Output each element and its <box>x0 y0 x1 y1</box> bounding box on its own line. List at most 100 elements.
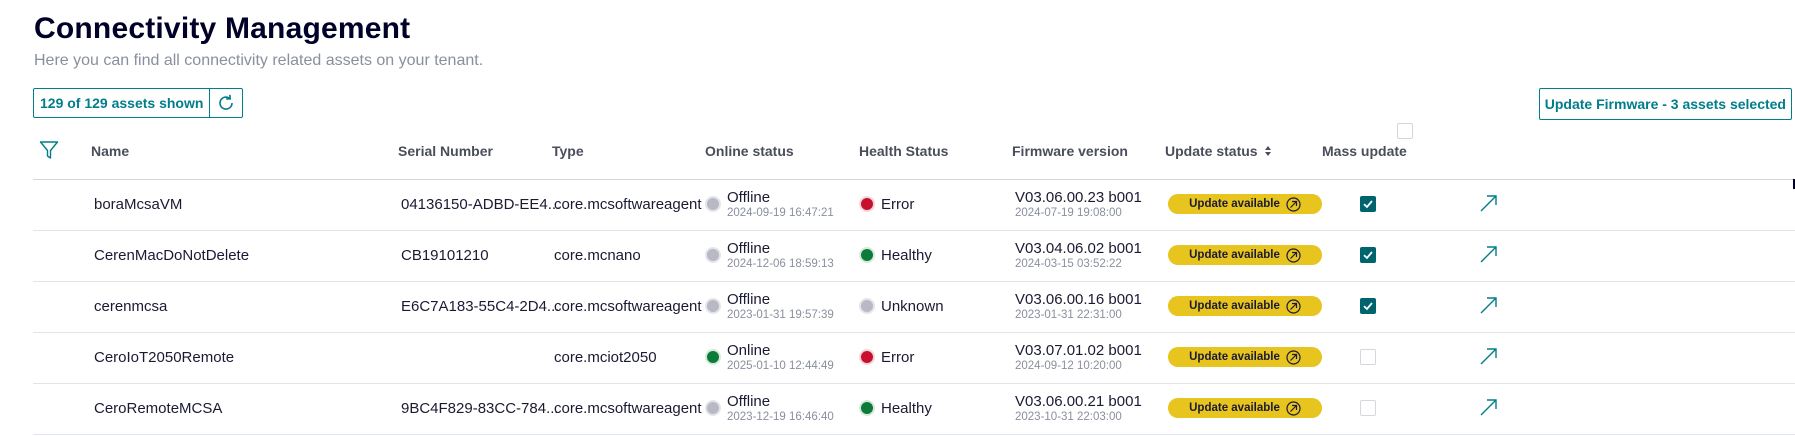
update-available-badge[interactable]: Update available <box>1168 398 1322 418</box>
mass-update-checkbox[interactable] <box>1360 298 1376 314</box>
health-status-label: Healthy <box>881 247 932 264</box>
open-asset-arrow-icon[interactable] <box>1479 295 1499 315</box>
online-status-icon <box>705 298 721 314</box>
open-asset-arrow-icon[interactable] <box>1479 346 1499 366</box>
arrow-up-right-circle-icon <box>1286 400 1301 416</box>
sort-icon[interactable] <box>1264 145 1272 157</box>
asset-serial: 9BC4F829-83CC-784... <box>401 400 559 417</box>
update-available-label: Update available <box>1189 198 1280 210</box>
health-status-icon <box>859 349 875 365</box>
online-status-label: Offline <box>727 189 771 206</box>
mass-update-checkbox[interactable] <box>1360 247 1376 263</box>
firmware-version-label: V03.07.01.02 b001 <box>1015 342 1142 359</box>
update-firmware-button[interactable]: Update Firmware - 3 assets selected <box>1538 88 1792 120</box>
column-header-serial[interactable]: Serial Number <box>398 143 493 159</box>
table-row: CeroRemoteMCSA 9BC4F829-83CC-784... core… <box>33 384 1795 435</box>
table-row: boraMcsaVM 04136150-ADBD-EE4... core.mcs… <box>33 180 1795 231</box>
asset-type: core.mciot2050 <box>554 349 657 366</box>
health-status-label: Healthy <box>881 400 932 417</box>
column-header-mass-update: Mass update <box>1322 143 1407 159</box>
check-icon <box>1363 200 1373 209</box>
online-status-icon <box>705 196 721 212</box>
health-status-label: Unknown <box>881 298 944 315</box>
firmware-version: V03.06.00.16 b001 2023-01-31 22:31:00 <box>1015 291 1142 323</box>
column-header-online-status[interactable]: Online status <box>705 143 794 159</box>
asset-name[interactable]: CeroRemoteMCSA <box>94 400 222 417</box>
firmware-version-date: 2024-07-19 19:08:00 <box>1015 207 1122 219</box>
firmware-version-date: 2024-03-15 03:52:22 <box>1015 258 1122 270</box>
asset-type: core.mcsoftwareagent <box>554 196 702 213</box>
select-all-checkbox[interactable] <box>1397 123 1413 139</box>
asset-type: core.mcnano <box>554 247 641 264</box>
table-row: cerenmcsa E6C7A183-55C4-2D4... core.mcso… <box>33 282 1795 333</box>
table-row: CerenMacDoNotDelete CB19101210 core.mcna… <box>33 231 1795 282</box>
column-header-name[interactable]: Name <box>91 143 129 159</box>
firmware-version-label: V03.06.00.16 b001 <box>1015 291 1142 308</box>
update-available-badge[interactable]: Update available <box>1168 347 1322 367</box>
update-available-label: Update available <box>1189 300 1280 312</box>
filter-icon[interactable] <box>39 140 59 160</box>
asset-serial: CB19101210 <box>401 247 489 264</box>
health-status-icon <box>859 196 875 212</box>
online-status-label: Offline <box>727 291 771 308</box>
online-status-icon <box>705 400 721 416</box>
online-status-label: Online <box>727 342 771 359</box>
arrow-up-right-circle-icon <box>1286 196 1301 212</box>
assets-count-label: 129 of 129 assets shown <box>34 89 211 117</box>
online-status: Offline 2024-12-06 18:59:13 <box>727 240 834 272</box>
check-icon <box>1363 251 1373 260</box>
column-header-type[interactable]: Type <box>552 143 584 159</box>
arrow-up-right-circle-icon <box>1286 298 1301 314</box>
open-asset-arrow-icon[interactable] <box>1479 397 1499 417</box>
asset-name[interactable]: CerenMacDoNotDelete <box>94 247 249 264</box>
online-status-icon <box>705 349 721 365</box>
online-status-icon <box>705 247 721 263</box>
mass-update-checkbox[interactable] <box>1360 349 1376 365</box>
asset-type: core.mcsoftwareagent <box>554 400 702 417</box>
online-status: Offline 2024-09-19 16:47:21 <box>727 189 834 221</box>
update-available-badge[interactable]: Update available <box>1168 194 1322 214</box>
health-status-icon <box>859 400 875 416</box>
check-icon <box>1363 302 1373 311</box>
online-status-label: Offline <box>727 393 771 410</box>
online-status-time: 2023-12-19 16:46:40 <box>727 411 834 423</box>
refresh-icon <box>219 94 234 110</box>
update-available-badge[interactable]: Update available <box>1168 245 1322 265</box>
online-status-label: Offline <box>727 240 771 257</box>
health-status-icon <box>859 298 875 314</box>
page-subtitle: Here you can find all connectivity relat… <box>34 52 484 69</box>
update-available-label: Update available <box>1189 351 1280 363</box>
firmware-version: V03.06.00.23 b001 2024-07-19 19:08:00 <box>1015 189 1142 221</box>
column-header-firmware[interactable]: Firmware version <box>1012 143 1128 159</box>
update-available-badge[interactable]: Update available <box>1168 296 1322 316</box>
firmware-version-label: V03.04.06.02 b001 <box>1015 240 1142 257</box>
update-available-label: Update available <box>1189 249 1280 261</box>
update-available-label: Update available <box>1189 402 1280 414</box>
firmware-version-label: V03.06.00.23 b001 <box>1015 189 1142 206</box>
firmware-version-label: V03.06.00.21 b001 <box>1015 393 1142 410</box>
column-header-update-status[interactable]: Update status <box>1165 143 1272 159</box>
health-status-icon <box>859 247 875 263</box>
table-header: Name Serial Number Type Online status He… <box>33 123 1795 180</box>
online-status: Offline 2023-12-19 16:46:40 <box>727 393 834 425</box>
mass-update-checkbox[interactable] <box>1360 196 1376 212</box>
firmware-version: V03.07.01.02 b001 2024-09-12 10:20:00 <box>1015 342 1142 374</box>
table-body: boraMcsaVM 04136150-ADBD-EE4... core.mcs… <box>33 180 1795 435</box>
asset-name[interactable]: CeroIoT2050Remote <box>94 349 234 366</box>
open-asset-arrow-icon[interactable] <box>1479 193 1499 213</box>
asset-type: core.mcsoftwareagent <box>554 298 702 315</box>
refresh-button[interactable] <box>210 89 242 117</box>
online-status-time: 2025-01-10 12:44:49 <box>727 360 834 372</box>
mass-update-checkbox[interactable] <box>1360 400 1376 416</box>
assets-count-group: 129 of 129 assets shown <box>33 88 244 118</box>
page-title: Connectivity Management <box>34 12 411 45</box>
health-status-label: Error <box>881 196 915 213</box>
asset-name[interactable]: boraMcsaVM <box>94 196 182 213</box>
column-header-health-status[interactable]: Health Status <box>859 143 948 159</box>
asset-name[interactable]: cerenmcsa <box>94 298 167 315</box>
arrow-up-right-circle-icon <box>1286 247 1301 263</box>
arrow-up-right-circle-icon <box>1286 349 1301 365</box>
online-status-time: 2024-12-06 18:59:13 <box>727 258 834 270</box>
open-asset-arrow-icon[interactable] <box>1479 244 1499 264</box>
assets-table: Name Serial Number Type Online status He… <box>33 123 1795 435</box>
